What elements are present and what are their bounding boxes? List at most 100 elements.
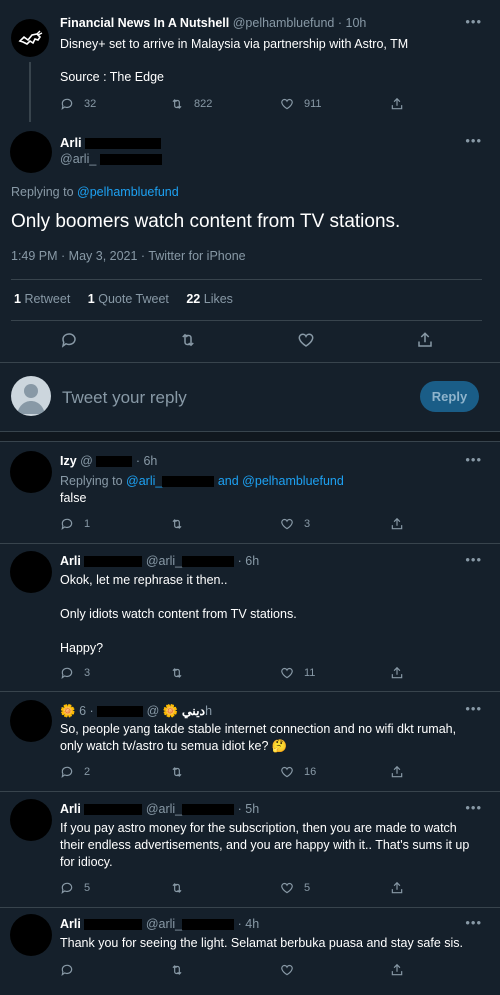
parent-name[interactable]: Financial News In A Nutshell: [60, 16, 229, 30]
retweet-action[interactable]: [170, 881, 280, 895]
heart-icon[interactable]: [297, 331, 315, 349]
reply-action[interactable]: 32: [60, 97, 170, 111]
main-avatar[interactable]: [10, 131, 52, 173]
reply-input[interactable]: Tweet your reply: [62, 388, 187, 408]
reply-avatar[interactable]: [10, 451, 52, 493]
thread-connector: [29, 62, 31, 122]
share-icon: [391, 963, 403, 976]
reply-more-icon[interactable]: •••: [465, 800, 482, 815]
retweet-count: 822: [194, 98, 213, 110]
heart-icon: [281, 667, 293, 679]
reply-handle[interactable]: @: [80, 454, 93, 468]
reply-count: 5: [84, 882, 91, 894]
reply-more-icon[interactable]: •••: [465, 552, 482, 567]
reply-more-icon[interactable]: •••: [465, 452, 482, 467]
like-action[interactable]: 11: [280, 666, 390, 680]
reply-count: 1: [84, 518, 91, 530]
parent-time[interactable]: · 10h: [338, 16, 367, 30]
like-action[interactable]: 911: [280, 97, 390, 111]
share-action[interactable]: [390, 97, 404, 111]
reply-name[interactable]: Izy: [60, 454, 77, 468]
reply-handle[interactable]: @arli_: [146, 802, 182, 816]
reply-handle[interactable]: @arli_: [146, 917, 182, 931]
retweets-stat[interactable]: 1 Retweet: [14, 292, 70, 306]
parent-handle[interactable]: @pelhambluefund: [233, 16, 335, 30]
reply-time[interactable]: · 6h: [136, 454, 158, 468]
share-action[interactable]: [390, 765, 404, 779]
reply-text: Okok, let me rephrase it then.. Only idi…: [60, 573, 297, 655]
main-more-icon[interactable]: •••: [465, 133, 482, 148]
reply-avatar[interactable]: [10, 914, 52, 956]
parent-avatar[interactable]: [11, 19, 49, 57]
section-gap: [0, 431, 500, 442]
share-icon: [391, 765, 403, 778]
replying-link[interactable]: @pelhambluefund: [242, 474, 344, 488]
quotes-stat[interactable]: 1 Quote Tweet: [88, 292, 169, 306]
main-replying-link[interactable]: @pelhambluefund: [77, 185, 179, 199]
share-action[interactable]: [390, 881, 404, 895]
reply-more-icon[interactable]: •••: [465, 701, 482, 716]
reply-avatar[interactable]: [10, 700, 52, 742]
heart-icon: [281, 98, 293, 110]
divider: [11, 279, 482, 280]
reply-action[interactable]: 2: [60, 765, 170, 779]
reply-name[interactable]: ديني: [182, 704, 205, 718]
reply-handle[interactable]: @: [147, 704, 160, 718]
share-action[interactable]: [390, 517, 404, 531]
main-text: Only boomers watch content from TV stati…: [11, 211, 401, 232]
like-action[interactable]: 16: [280, 765, 390, 779]
reply-button[interactable]: Reply: [420, 381, 479, 412]
reply-icon[interactable]: [60, 331, 78, 349]
reply-time[interactable]: · 4h: [238, 917, 260, 931]
reply-action[interactable]: 3: [60, 666, 170, 680]
reply-name[interactable]: Arli: [60, 802, 81, 816]
like-action[interactable]: [280, 963, 390, 977]
main-name[interactable]: Arli: [60, 135, 82, 150]
divider: [0, 791, 500, 792]
reply-count: 2: [84, 766, 91, 778]
share-icon: [391, 517, 403, 530]
redaction-bar: [99, 154, 162, 166]
likes-stat[interactable]: 22 Likes: [186, 292, 233, 306]
share-action[interactable]: [390, 666, 404, 680]
like-action[interactable]: 3: [280, 517, 390, 531]
reply-handle[interactable]: @arli_: [146, 554, 182, 568]
like-action[interactable]: 5: [280, 881, 390, 895]
replying-and: and: [217, 474, 239, 488]
default-user-icon: [17, 384, 45, 414]
main-stats: 1 Retweet 1 Quote Tweet 22 Likes: [14, 292, 233, 306]
retweet-action[interactable]: 822: [170, 97, 280, 111]
share-icon[interactable]: [416, 331, 434, 349]
reply-icon: [61, 667, 73, 680]
retweet-action[interactable]: [170, 517, 280, 531]
retweet-icon[interactable]: [179, 331, 197, 349]
redaction-bar: [97, 706, 144, 718]
retweet-action[interactable]: [170, 765, 280, 779]
reply-action[interactable]: [60, 963, 170, 977]
replying-link[interactable]: @arli_: [126, 474, 162, 488]
reply-icon: [61, 882, 73, 895]
retweet-action[interactable]: [170, 963, 280, 977]
retweet-icon: [172, 965, 182, 975]
main-handle[interactable]: @arli_: [60, 152, 96, 166]
reply-name[interactable]: Arli: [60, 554, 81, 568]
reply-avatar[interactable]: [10, 551, 52, 593]
reply-avatar[interactable]: [10, 799, 52, 841]
like-count: 16: [304, 766, 317, 778]
redaction-bar: [96, 456, 133, 468]
reply-time[interactable]: · 6h: [238, 554, 260, 568]
main-meta[interactable]: 1:49 PM · May 3, 2021 · Twitter for iPho…: [11, 249, 246, 263]
divider: [0, 362, 500, 363]
reply-action[interactable]: 1: [60, 517, 170, 531]
reply-name[interactable]: Arli: [60, 917, 81, 931]
heart-icon: [281, 882, 293, 894]
parent-more-icon[interactable]: •••: [465, 14, 482, 29]
redaction-bar: [182, 919, 235, 931]
reply-more-icon[interactable]: •••: [465, 915, 482, 930]
retweet-action[interactable]: [170, 666, 280, 680]
like-count: 5: [304, 882, 311, 894]
reply-action[interactable]: 5: [60, 881, 170, 895]
share-action[interactable]: [390, 963, 404, 977]
retweet-icon: [172, 519, 182, 529]
reply-time[interactable]: · 5h: [238, 802, 260, 816]
